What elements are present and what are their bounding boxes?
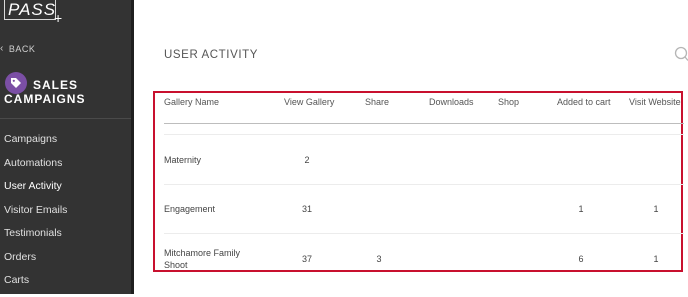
page-title: USER ACTIVITY: [164, 49, 259, 61]
cell-visit-website: 1: [653, 254, 659, 264]
sidebar-item-orders[interactable]: Orders: [4, 250, 67, 274]
cell-visit-website: 1: [653, 204, 659, 214]
column-header-visit-website[interactable]: Visit Website: [629, 97, 681, 107]
cell-gallery-name[interactable]: Engagement: [164, 204, 215, 214]
logo-plus: +: [54, 10, 63, 26]
cell-view-gallery: 2: [304, 155, 310, 165]
column-header-downloads[interactable]: Downloads: [429, 97, 474, 107]
sidebar-divider: [0, 118, 131, 119]
back-label: BACK: [8, 43, 36, 54]
sidebar-item-campaigns[interactable]: Campaigns: [4, 132, 67, 156]
cell-added-to-cart: 1: [578, 204, 584, 214]
sidebar-scrollbar[interactable]: [131, 0, 134, 294]
cell-view-gallery: 31: [301, 204, 313, 214]
column-header-share[interactable]: Share: [365, 97, 389, 107]
campaign-title-line2: CAMPAIGNS: [4, 92, 86, 106]
chevron-left-icon: ‹: [0, 43, 4, 54]
row-divider: [164, 184, 684, 185]
sidebar-item-testimonials[interactable]: Testimonials: [4, 226, 67, 250]
search-icon[interactable]: [673, 46, 688, 67]
campaign-title: SALES CAMPAIGNS: [4, 78, 85, 106]
row-divider: [164, 134, 684, 135]
campaign-title-line1: SALES: [33, 78, 79, 92]
row-divider: [164, 233, 684, 234]
cell-added-to-cart: 6: [578, 254, 584, 264]
sidebar: PASS + ‹ BACK SALES CAMPAIGNS Campaigns …: [0, 0, 131, 294]
sidebar-item-automations[interactable]: Automations: [4, 156, 67, 180]
cell-gallery-name[interactable]: Maternity: [164, 155, 201, 165]
cell-share: 3: [376, 254, 382, 264]
app-logo[interactable]: PASS: [4, 0, 56, 20]
column-header-shop[interactable]: Shop: [498, 97, 519, 107]
back-link[interactable]: ‹ BACK: [0, 43, 35, 54]
column-header-added-to-cart[interactable]: Added to cart: [557, 97, 611, 107]
header-divider: [164, 123, 684, 124]
sidebar-item-visitor-emails[interactable]: Visitor Emails: [4, 203, 67, 227]
column-header-gallery-name[interactable]: Gallery Name: [164, 97, 219, 107]
sidebar-nav: Campaigns Automations User Activity Visi…: [4, 132, 67, 297]
cell-view-gallery: 37: [301, 254, 313, 264]
sidebar-item-carts[interactable]: Carts: [4, 273, 67, 297]
column-header-view-gallery[interactable]: View Gallery: [284, 97, 334, 107]
sidebar-item-user-activity[interactable]: User Activity: [4, 179, 67, 203]
highlighted-table-outline: [153, 91, 683, 272]
cell-gallery-name[interactable]: Mitchamore Family Shoot: [164, 247, 259, 271]
